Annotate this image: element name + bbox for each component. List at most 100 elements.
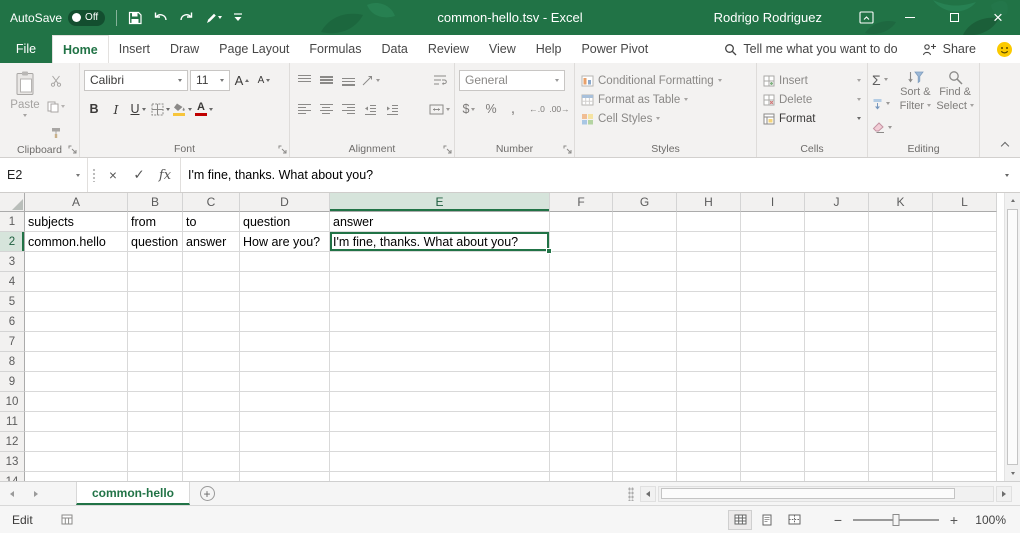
cell-F9[interactable] xyxy=(550,372,613,392)
horizontal-scrollbar-thumb[interactable] xyxy=(661,488,955,499)
cell-G1[interactable] xyxy=(613,212,677,232)
cell-D1[interactable]: question xyxy=(240,212,330,232)
row-header-5[interactable]: 5 xyxy=(0,292,25,312)
cell-L4[interactable] xyxy=(933,272,997,292)
macro-record-button[interactable] xyxy=(61,514,73,525)
tab-draw[interactable]: Draw xyxy=(160,35,209,63)
row-header-11[interactable]: 11 xyxy=(0,412,25,432)
find-select-button[interactable]: Find & Select xyxy=(935,66,975,112)
cell-F4[interactable] xyxy=(550,272,613,292)
cell-F7[interactable] xyxy=(550,332,613,352)
cell-I5[interactable] xyxy=(741,292,805,312)
cell-D4[interactable] xyxy=(240,272,330,292)
cell-H10[interactable] xyxy=(677,392,741,412)
cell-H13[interactable] xyxy=(677,452,741,472)
cell-F1[interactable] xyxy=(550,212,613,232)
cell-J4[interactable] xyxy=(805,272,869,292)
zoom-slider-track[interactable] xyxy=(853,519,939,521)
hscroll-right-icon[interactable] xyxy=(996,486,1012,502)
cell-B5[interactable] xyxy=(128,292,183,312)
decrease-font-size-button[interactable]: A xyxy=(254,70,274,91)
collapse-ribbon-button[interactable] xyxy=(1002,141,1010,149)
cell-K4[interactable] xyxy=(869,272,933,292)
delete-cells-button[interactable]: Delete xyxy=(761,90,863,109)
cell-K13[interactable] xyxy=(869,452,933,472)
format-painter-button[interactable] xyxy=(46,122,66,143)
cell-C7[interactable] xyxy=(183,332,240,352)
cell-K3[interactable] xyxy=(869,252,933,272)
cell-J13[interactable] xyxy=(805,452,869,472)
zoom-out-button[interactable]: − xyxy=(832,512,844,528)
cell-B10[interactable] xyxy=(128,392,183,412)
touch-mode-button[interactable] xyxy=(205,12,222,24)
vertical-scrollbar[interactable] xyxy=(1004,193,1020,481)
cell-L13[interactable] xyxy=(933,452,997,472)
cell-L6[interactable] xyxy=(933,312,997,332)
cell-A6[interactable] xyxy=(25,312,128,332)
cell-F10[interactable] xyxy=(550,392,613,412)
insert-function-button[interactable]: fx xyxy=(152,168,178,183)
cell-E11[interactable] xyxy=(330,412,550,432)
align-middle-button[interactable] xyxy=(316,70,336,91)
cell-B2[interactable]: question xyxy=(128,232,183,252)
cell-E5[interactable] xyxy=(330,292,550,312)
cell-A11[interactable] xyxy=(25,412,128,432)
cell-K14[interactable] xyxy=(869,472,933,481)
cell-G6[interactable] xyxy=(613,312,677,332)
row-header-3[interactable]: 3 xyxy=(0,252,25,272)
cell-H8[interactable] xyxy=(677,352,741,372)
cell-I9[interactable] xyxy=(741,372,805,392)
save-button[interactable] xyxy=(128,11,142,25)
number-format-select[interactable]: General xyxy=(459,70,565,91)
cell-F5[interactable] xyxy=(550,292,613,312)
cell-A8[interactable] xyxy=(25,352,128,372)
decrease-indent-button[interactable] xyxy=(360,99,380,120)
cell-D2[interactable]: How are you? xyxy=(240,232,330,252)
cell-D14[interactable] xyxy=(240,472,330,481)
column-header-C[interactable]: C xyxy=(183,193,240,212)
clear-button[interactable] xyxy=(872,117,895,138)
cell-I7[interactable] xyxy=(741,332,805,352)
cell-K12[interactable] xyxy=(869,432,933,452)
row-header-4[interactable]: 4 xyxy=(0,272,25,292)
cell-H14[interactable] xyxy=(677,472,741,481)
cell-J14[interactable] xyxy=(805,472,869,481)
format-cells-button[interactable]: Format xyxy=(761,109,863,128)
cell-D9[interactable] xyxy=(240,372,330,392)
cell-K9[interactable] xyxy=(869,372,933,392)
cell-E10[interactable] xyxy=(330,392,550,412)
formula-input[interactable] xyxy=(181,158,994,192)
cell-C1[interactable]: to xyxy=(183,212,240,232)
cell-B14[interactable] xyxy=(128,472,183,481)
cell-L12[interactable] xyxy=(933,432,997,452)
cell-D6[interactable] xyxy=(240,312,330,332)
cell-A14[interactable] xyxy=(25,472,128,481)
cell-A1[interactable]: subjects xyxy=(25,212,128,232)
cell-H4[interactable] xyxy=(677,272,741,292)
tab-help[interactable]: Help xyxy=(526,35,572,63)
tab-view[interactable]: View xyxy=(479,35,526,63)
cell-G8[interactable] xyxy=(613,352,677,372)
cell-L7[interactable] xyxy=(933,332,997,352)
cell-D3[interactable] xyxy=(240,252,330,272)
cell-B4[interactable] xyxy=(128,272,183,292)
row-header-10[interactable]: 10 xyxy=(0,392,25,412)
cell-G2[interactable] xyxy=(613,232,677,252)
cell-C14[interactable] xyxy=(183,472,240,481)
row-header-13[interactable]: 13 xyxy=(0,452,25,472)
page-layout-view-button[interactable] xyxy=(755,510,779,530)
font-size-select[interactable]: 11 xyxy=(190,70,230,91)
cell-L14[interactable] xyxy=(933,472,997,481)
increase-font-size-button[interactable]: A xyxy=(232,70,252,91)
cell-E2[interactable]: I'm fine, thanks. What about you? xyxy=(330,232,550,252)
cell-K11[interactable] xyxy=(869,412,933,432)
cell-A9[interactable] xyxy=(25,372,128,392)
cell-B13[interactable] xyxy=(128,452,183,472)
formula-bar-drag-handle[interactable] xyxy=(92,168,96,182)
font-dialog-launcher[interactable] xyxy=(278,145,287,154)
column-header-A[interactable]: A xyxy=(25,193,128,212)
ribbon-display-options-button[interactable] xyxy=(844,0,888,35)
sheet-bar-resize-handle[interactable] xyxy=(628,487,634,501)
cell-D10[interactable] xyxy=(240,392,330,412)
cell-F13[interactable] xyxy=(550,452,613,472)
